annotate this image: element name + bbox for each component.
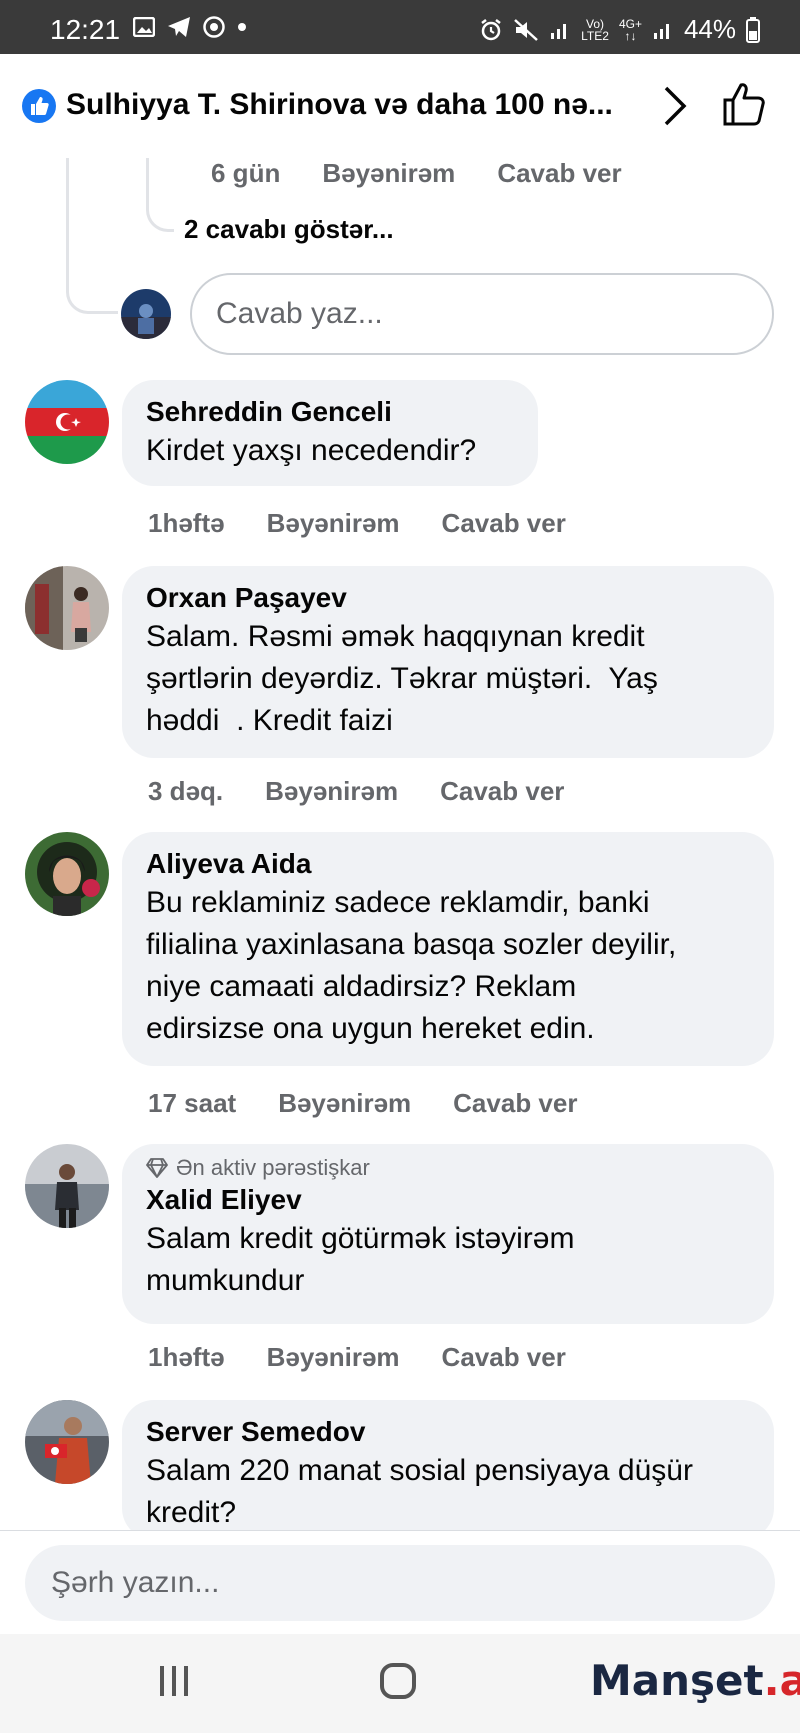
reply-input[interactable]: Cavab yaz... [190, 273, 774, 355]
comment-bubble[interactable]: Ən aktiv pərəstişkar Xalid Eliyev Salam … [122, 1144, 774, 1324]
reply-link[interactable]: Cavab ver [497, 158, 621, 189]
thread-connector [66, 158, 118, 314]
battery-icon [746, 16, 760, 43]
mute-icon [514, 18, 538, 41]
commenter-name[interactable]: Sehreddin Genceli [146, 394, 514, 430]
network-type-label: Vo) LTE2 [581, 16, 609, 43]
chevron-right-icon[interactable] [660, 84, 690, 128]
comment-bubble[interactable]: Orxan Paşayev Salam. Rəsmi əmək haqqıyna… [122, 566, 774, 758]
comment-meta: 3 dəq. Bəyənirəm Cavab ver [148, 776, 564, 807]
commenter-name[interactable]: Xalid Eliyev [146, 1182, 750, 1218]
system-nav-bar: Manşet.az [0, 1634, 800, 1733]
comment-text: Kirdet yaxşı necedendir? [146, 434, 477, 467]
home-icon[interactable] [379, 1662, 417, 1700]
avatar[interactable] [25, 566, 109, 650]
reply-meta: 6 gün Bəyənirəm Cavab ver [211, 158, 622, 189]
dot-icon [238, 23, 246, 31]
like-link[interactable]: Bəyənirəm [322, 158, 455, 189]
avatar[interactable] [25, 380, 109, 464]
reply-input-placeholder: Cavab yaz... [216, 297, 383, 330]
comment-meta: 1həftə Bəyənirəm Cavab ver [148, 1342, 566, 1373]
commenter-name[interactable]: Aliyeva Aida [146, 846, 750, 882]
diamond-icon [146, 1158, 168, 1178]
battery-percent: 44% [683, 14, 736, 44]
network-4g-label: 4G+ ↑↓ [618, 16, 642, 43]
status-notification-icons [133, 16, 247, 38]
comment-time: 1həftə [148, 1342, 225, 1372]
commenter-name[interactable]: Server Semedov [146, 1414, 750, 1450]
comment-time: 1həftə [148, 508, 225, 538]
comment-text: Salam. Rəsmi əmək haqqıynan kredit şərtl… [146, 620, 658, 737]
comment-bubble[interactable]: Server Semedov Salam 220 manat sosial pe… [122, 1400, 774, 1540]
avatar[interactable] [25, 1144, 109, 1228]
show-replies-link[interactable]: 2 cavabı göstər... [184, 214, 394, 245]
comment-bubble[interactable]: Sehreddin Genceli Kirdet yaxşı necedendi… [122, 380, 538, 486]
signal-icon-2 [653, 23, 669, 39]
reply-link[interactable]: Cavab ver [442, 1342, 566, 1373]
like-reaction-icon [22, 89, 56, 123]
comment-input-placeholder: Şərh yazın... [51, 1566, 220, 1599]
reactions-header[interactable]: Sulhiyya T. Shirinova və daha 100 nə... [0, 54, 800, 160]
like-link[interactable]: Bəyənirəm [265, 776, 398, 807]
telegram-icon [168, 17, 190, 37]
avatar[interactable] [25, 1400, 109, 1484]
reply-link[interactable]: Cavab ver [442, 508, 566, 539]
like-link[interactable]: Bəyənirəm [267, 1342, 400, 1373]
comment-text: Bu reklaminiz sadece reklamdir, banki fi… [146, 886, 677, 1045]
avatar [121, 289, 171, 339]
comment-meta: 17 saat Bəyənirəm Cavab ver [148, 1088, 577, 1119]
reply-link[interactable]: Cavab ver [440, 776, 564, 807]
status-bar: 12:21 Vo) LTE2 4G+ ↑↓ 44% [0, 0, 800, 54]
reply-link[interactable]: Cavab ver [453, 1088, 577, 1119]
comment-time: 3 dəq. [148, 776, 224, 806]
comment-time: 17 saat [148, 1088, 237, 1118]
like-link[interactable]: Bəyənirəm [267, 508, 400, 539]
comment-composer: Şərh yazın... [0, 1530, 800, 1634]
reply-time: 6 gün [211, 158, 281, 188]
thread-connector [146, 190, 174, 232]
comment-text: Salam 220 manat sosial pensiyaya düşür k… [146, 1454, 693, 1529]
status-right-icons: Vo) LTE2 4G+ ↑↓ 44% [479, 14, 760, 45]
status-time: 12:21 [50, 14, 121, 45]
chrome-icon [203, 16, 225, 38]
thumbs-up-icon[interactable] [722, 80, 766, 128]
reactions-summary[interactable]: Sulhiyya T. Shirinova və daha 100 nə... [66, 88, 613, 122]
alarm-icon [481, 18, 501, 40]
comment-meta: 1həftə Bəyənirəm Cavab ver [148, 508, 566, 539]
gallery-icon [133, 17, 155, 37]
comment-bubble[interactable]: Aliyeva Aida Bu reklaminiz sadece reklam… [122, 832, 774, 1066]
recent-apps-icon[interactable] [156, 1664, 192, 1698]
signal-icon-1 [551, 23, 567, 39]
like-link[interactable]: Bəyənirəm [278, 1088, 411, 1119]
comment-input[interactable]: Şərh yazın... [25, 1545, 775, 1621]
avatar[interactable] [25, 832, 109, 916]
top-fan-label: Ən aktiv pərəstişkar [176, 1155, 370, 1180]
top-fan-badge: Ən aktiv pərəstişkar [146, 1154, 750, 1182]
commenter-name[interactable]: Orxan Paşayev [146, 580, 750, 616]
watermark-logo: Manşet.az [590, 1656, 800, 1705]
comment-text: Salam kredit götürmək istəyirəm mumkundu… [146, 1222, 575, 1297]
